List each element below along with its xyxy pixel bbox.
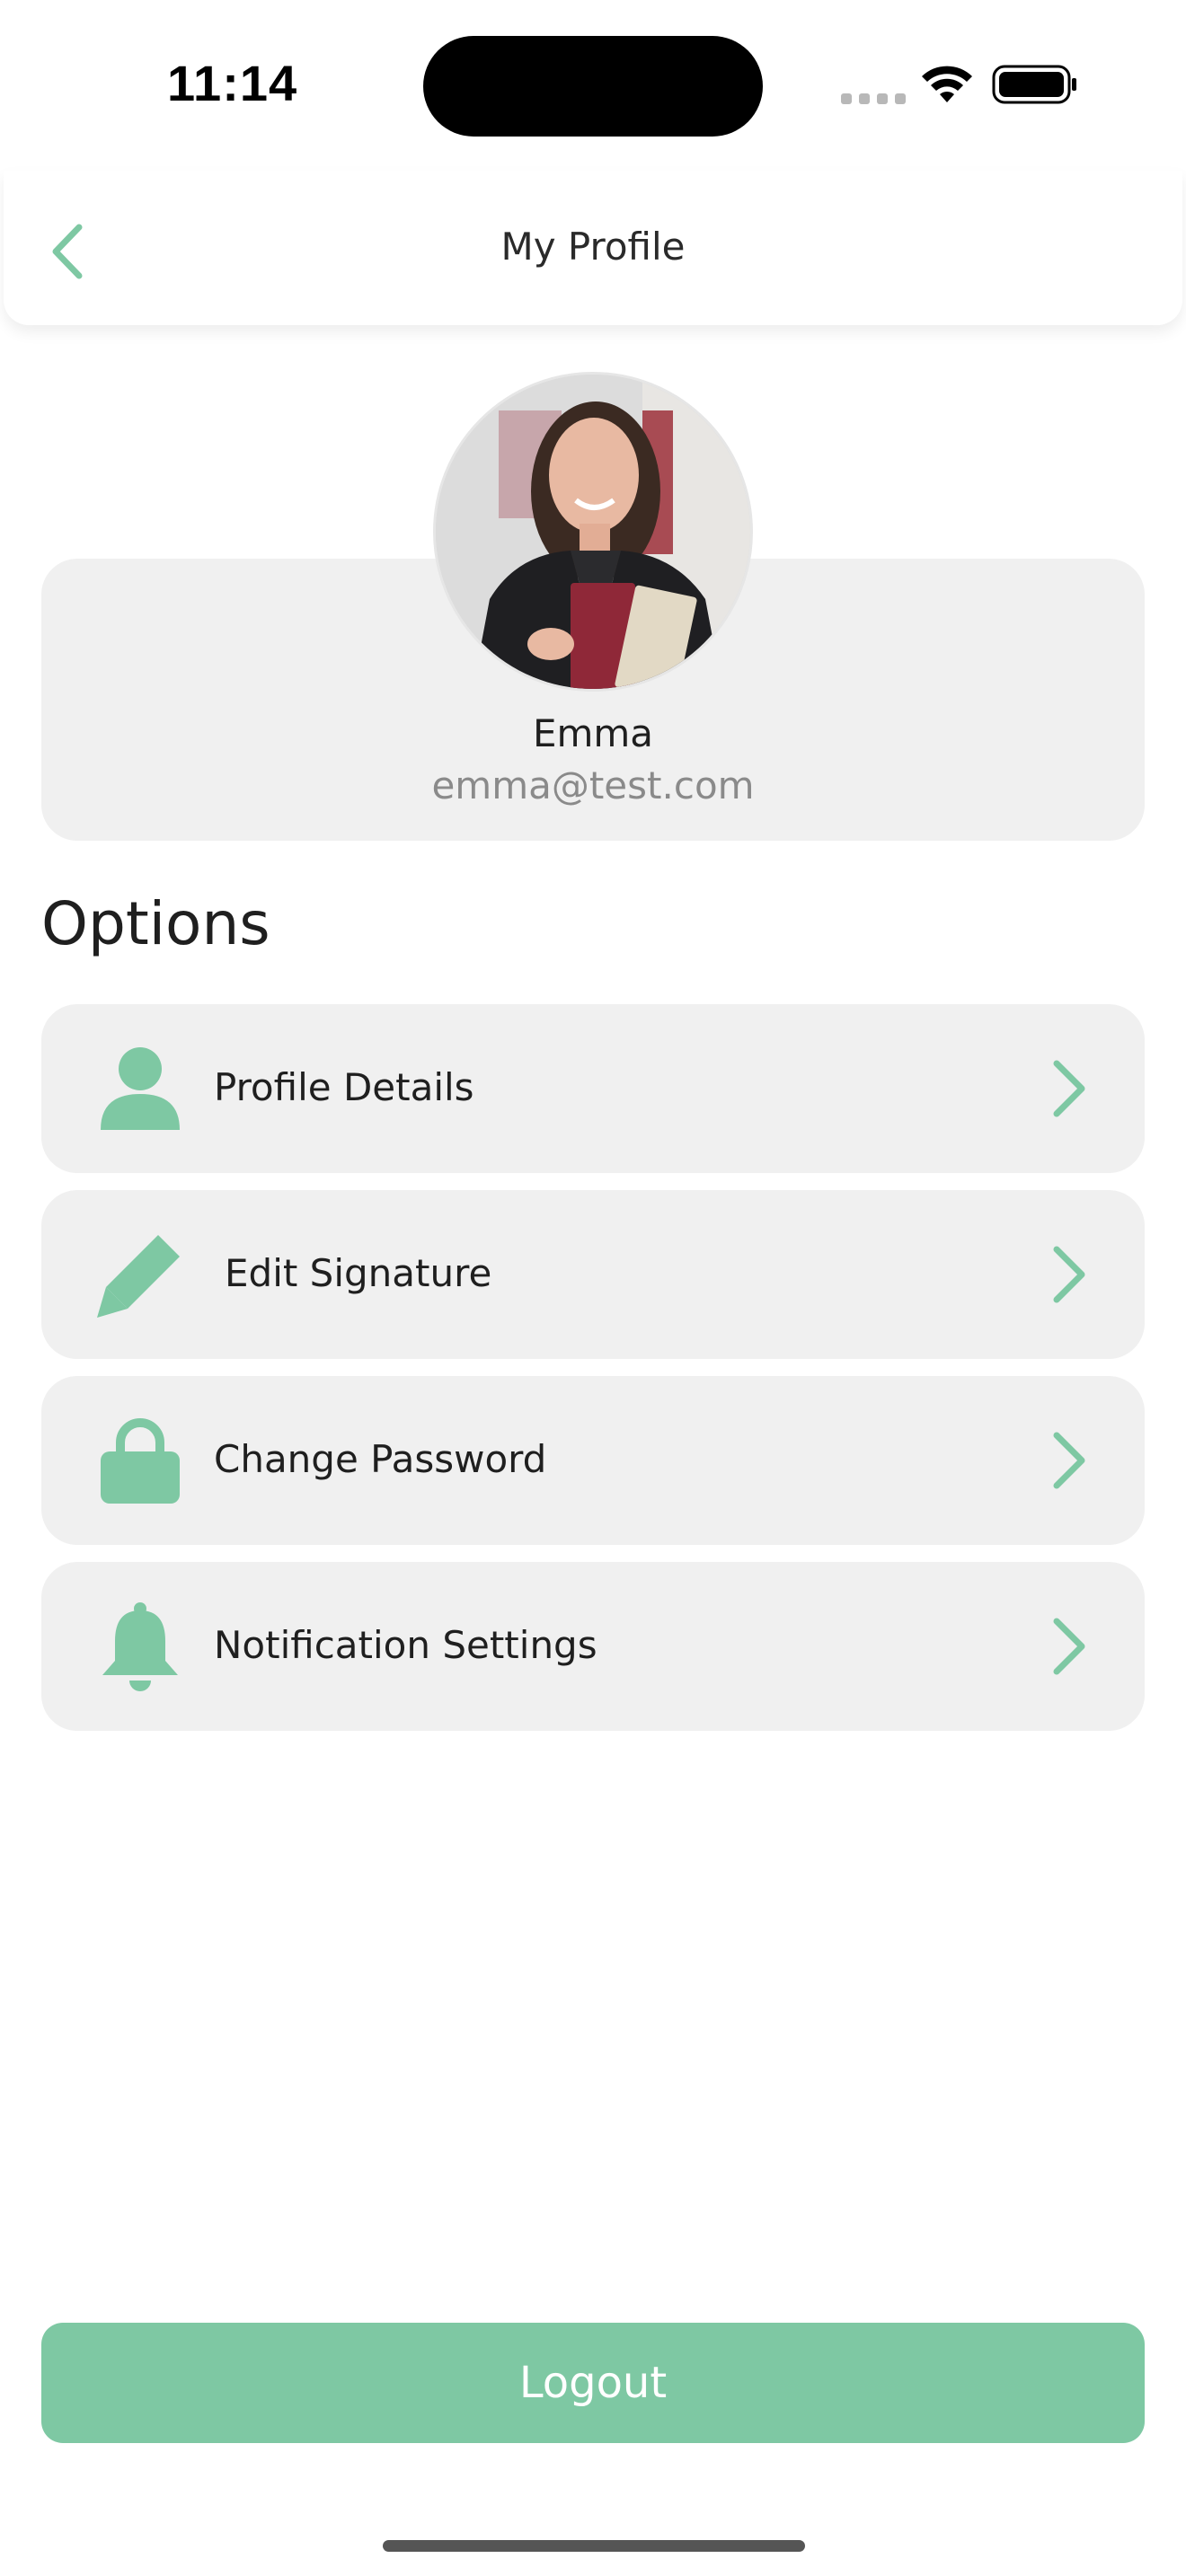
option-profile-details[interactable]: Profile Details (41, 1004, 1145, 1173)
lock-icon (101, 1418, 180, 1504)
dynamic-island (423, 36, 763, 137)
chevron-right-icon (1053, 1432, 1085, 1489)
pencil-icon (97, 1235, 180, 1318)
chevron-right-icon (1053, 1060, 1085, 1117)
status-time: 11:14 (167, 55, 298, 111)
battery-icon (992, 65, 1076, 104)
option-label: Edit Signature (225, 1251, 492, 1295)
wifi-icon (922, 66, 972, 102)
profile-email: emma@test.com (431, 763, 755, 807)
avatar-photo (436, 375, 750, 689)
option-label: Profile Details (214, 1065, 474, 1109)
cellular-signal-icon (841, 93, 906, 104)
options-heading: Options (41, 889, 270, 958)
navigation-header: My Profile (4, 171, 1182, 325)
profile-name: Emma (532, 711, 654, 755)
option-label: Change Password (214, 1437, 547, 1481)
home-indicator[interactable] (383, 2540, 805, 2552)
chevron-right-icon (1053, 1618, 1085, 1675)
logout-button[interactable]: Logout (41, 2323, 1145, 2443)
avatar (433, 372, 753, 692)
option-change-password[interactable]: Change Password (41, 1376, 1145, 1545)
chevron-right-icon (1053, 1246, 1085, 1303)
option-edit-signature[interactable]: Edit Signature (41, 1190, 1145, 1359)
option-notification-settings[interactable]: Notification Settings (41, 1562, 1145, 1731)
page-title: My Profile (500, 225, 686, 269)
bell-icon (102, 1602, 178, 1691)
status-bar: 11:14 (0, 0, 1186, 171)
user-icon (101, 1047, 180, 1130)
option-label: Notification Settings (214, 1623, 597, 1667)
